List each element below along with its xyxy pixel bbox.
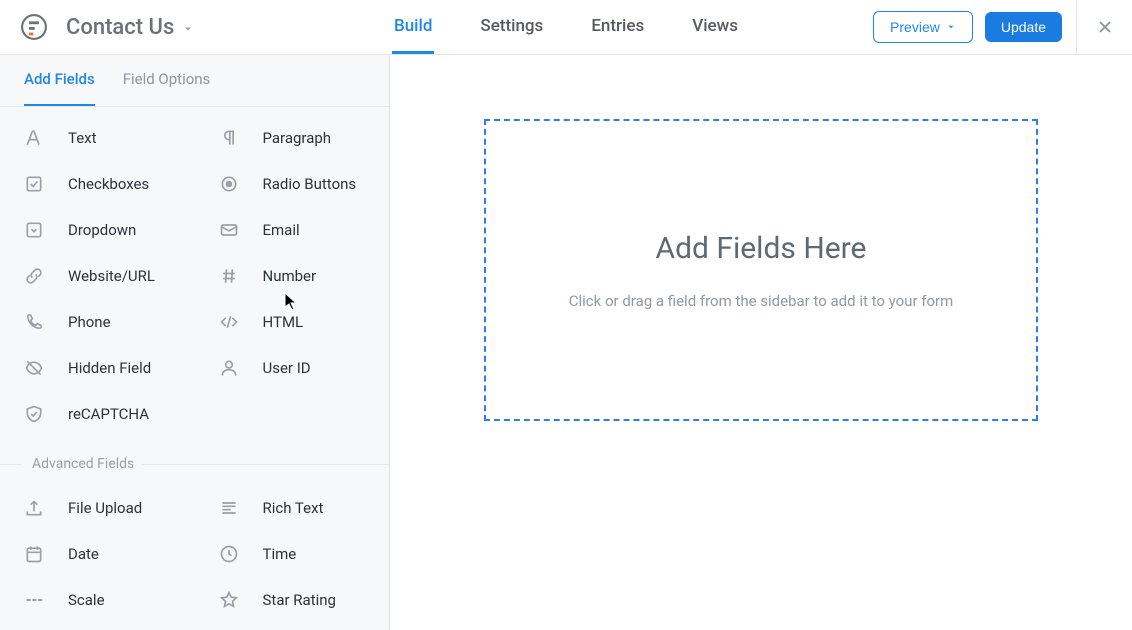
sidebar-tabs: Add Fields Field Options xyxy=(0,55,389,107)
basic-fields-grid: Text Paragraph Checkboxes Radio Buttons Drop… xyxy=(0,115,389,437)
field-item-radio-buttons[interactable]: Radio Buttons xyxy=(195,161,390,207)
field-item-label: Checkboxes xyxy=(68,175,149,193)
caret-down-icon xyxy=(946,22,956,32)
user-icon xyxy=(219,358,263,378)
field-item-recaptcha[interactable]: reCAPTCHA xyxy=(0,391,195,437)
dropzone-subtext: Click or drag a field from the sidebar t… xyxy=(569,292,954,310)
checkbox-icon xyxy=(24,174,68,194)
field-item-website-url[interactable]: Website/URL xyxy=(0,253,195,299)
star-icon xyxy=(219,590,263,610)
caret-down-icon xyxy=(182,23,194,35)
tab-label: Add Fields xyxy=(24,70,95,88)
dropzone-heading: Add Fields Here xyxy=(656,231,867,266)
dropdown-icon xyxy=(24,220,68,240)
hash-icon xyxy=(219,266,263,286)
field-item-dropdown[interactable]: Dropdown xyxy=(0,207,195,253)
fields-scroll[interactable]: Text Paragraph Checkboxes Radio Buttons Drop… xyxy=(0,107,389,630)
field-item-label: User ID xyxy=(263,359,311,377)
field-item-label: Email xyxy=(263,221,300,239)
field-item-checkboxes[interactable]: Checkboxes xyxy=(0,161,195,207)
field-item-label: Time xyxy=(263,545,297,563)
field-item-label: Radio Buttons xyxy=(263,175,357,193)
text-icon xyxy=(24,128,68,148)
field-item-number[interactable]: Number xyxy=(195,253,390,299)
field-item-label: Number xyxy=(263,267,317,285)
tab-label: Entries xyxy=(591,16,644,36)
email-icon xyxy=(219,220,263,240)
field-item-email[interactable]: Email xyxy=(195,207,390,253)
field-item-label: Hidden Field xyxy=(68,359,151,377)
tab-label: Field Options xyxy=(123,70,211,88)
button-label: Preview xyxy=(890,19,940,35)
field-item-label: Scale xyxy=(68,591,105,609)
field-item-time[interactable]: Time xyxy=(195,531,390,577)
close-icon xyxy=(1096,18,1114,36)
field-item-label: Phone xyxy=(68,313,111,331)
shield-icon xyxy=(24,404,68,424)
date-icon xyxy=(24,544,68,564)
dropzone[interactable]: Add Fields Here Click or drag a field fr… xyxy=(484,119,1038,421)
tab-views[interactable]: Views xyxy=(690,0,740,54)
preview-button[interactable]: Preview xyxy=(873,11,973,43)
field-item-text[interactable]: Text xyxy=(0,115,195,161)
field-item-label: Dropdown xyxy=(68,221,136,239)
field-item-label: Text xyxy=(68,129,97,147)
form-title-text: Contact Us xyxy=(66,15,174,40)
tab-label: Views xyxy=(692,16,738,36)
richtext-icon xyxy=(219,498,263,518)
button-label: Update xyxy=(1001,19,1046,35)
tab-label: Build xyxy=(394,16,432,36)
update-button[interactable]: Update xyxy=(985,12,1062,42)
app-logo xyxy=(20,13,48,41)
field-item-html[interactable]: HTML xyxy=(195,299,390,345)
field-item-label: HTML xyxy=(263,313,304,331)
field-item-phone[interactable]: Phone xyxy=(0,299,195,345)
builder-body: Add Fields Field Options Text Paragraph Ch… xyxy=(0,55,1132,630)
field-item-label: Star Rating xyxy=(263,591,336,609)
form-canvas: Add Fields Here Click or drag a field fr… xyxy=(390,55,1132,630)
link-icon xyxy=(24,266,68,286)
topbar: Contact Us Build Settings Entries Views … xyxy=(0,0,1132,55)
section-divider-advanced: Advanced Fields xyxy=(0,449,389,479)
close-button[interactable] xyxy=(1076,0,1132,54)
field-item-rich-text[interactable]: Rich Text xyxy=(195,485,390,531)
tab-label: Settings xyxy=(480,16,543,36)
tab-entries[interactable]: Entries xyxy=(589,0,646,54)
fields-sidebar: Add Fields Field Options Text Paragraph Ch… xyxy=(0,55,390,630)
field-item-hidden-field[interactable]: Hidden Field xyxy=(0,345,195,391)
field-item-label: File Upload xyxy=(68,499,142,517)
sidebar-tab-add-fields[interactable]: Add Fields xyxy=(24,70,95,106)
field-item-paragraph[interactable]: Paragraph xyxy=(195,115,390,161)
main-tabs: Build Settings Entries Views xyxy=(392,0,740,54)
upload-icon xyxy=(24,498,68,518)
field-item-date[interactable]: Date xyxy=(0,531,195,577)
topbar-actions: Preview Update xyxy=(873,0,1132,54)
field-item-star-rating[interactable]: Star Rating xyxy=(195,577,390,623)
form-title-dropdown[interactable]: Contact Us xyxy=(66,15,194,40)
tab-build[interactable]: Build xyxy=(392,0,434,54)
time-icon xyxy=(219,544,263,564)
tab-settings[interactable]: Settings xyxy=(478,0,545,54)
field-item-label: Paragraph xyxy=(263,129,332,147)
paragraph-icon xyxy=(219,128,263,148)
section-label: Advanced Fields xyxy=(22,456,142,472)
sidebar-tab-field-options[interactable]: Field Options xyxy=(123,70,211,106)
radio-icon xyxy=(219,174,263,194)
phone-icon xyxy=(24,312,68,332)
field-item-file-upload[interactable]: File Upload xyxy=(0,485,195,531)
field-item-user-id[interactable]: User ID xyxy=(195,345,390,391)
code-icon xyxy=(219,312,263,332)
scale-icon xyxy=(24,590,68,610)
field-item-scale[interactable]: Scale xyxy=(0,577,195,623)
advanced-fields-grid: File Upload Rich Text Date Time Scale Star Ra… xyxy=(0,485,389,623)
field-item-label: Website/URL xyxy=(68,267,155,285)
field-item-label: reCAPTCHA xyxy=(68,405,149,423)
hidden-icon xyxy=(24,358,68,378)
field-item-label: Rich Text xyxy=(263,499,324,517)
field-item-label: Date xyxy=(68,545,99,563)
